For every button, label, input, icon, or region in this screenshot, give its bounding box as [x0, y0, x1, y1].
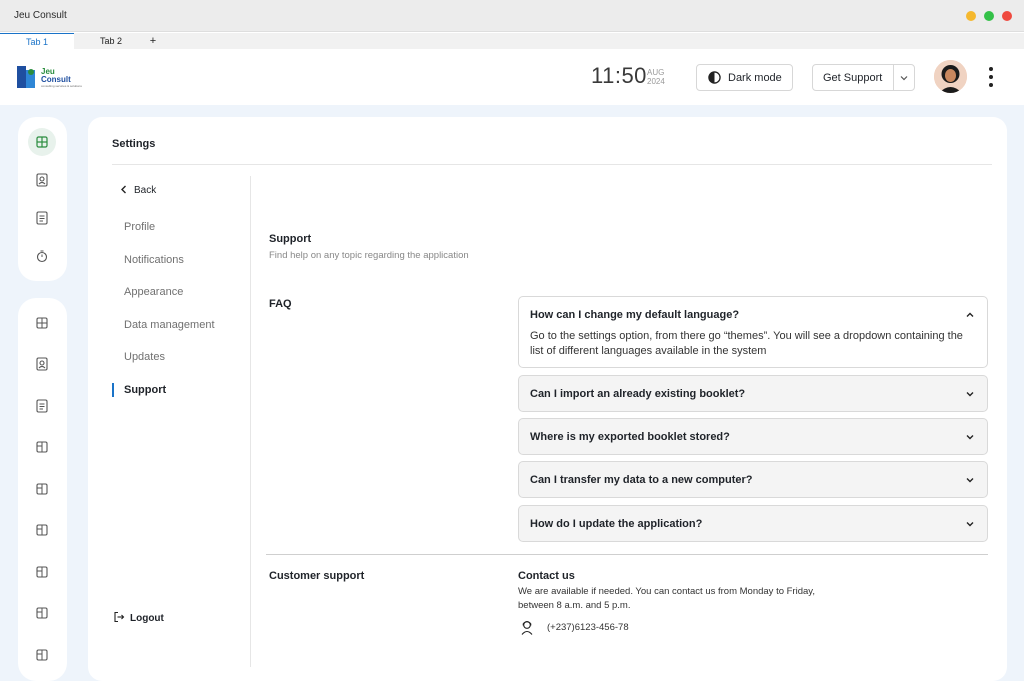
rail-book-icon[interactable]	[32, 603, 52, 623]
icon-rail-top	[18, 117, 67, 281]
faq-question: Where is my exported booklet stored?	[530, 431, 730, 443]
contact-title: Contact us	[518, 570, 575, 582]
section-divider	[266, 554, 988, 555]
nav-item-support[interactable]: Support	[124, 384, 166, 396]
contact-text: We are available if needed. You can cont…	[518, 586, 815, 611]
clock-month: AUG	[647, 68, 665, 77]
rail-book-icon[interactable]	[32, 479, 52, 499]
faq-item-update[interactable]: How do I update the application?	[518, 505, 988, 542]
faq-question: How can I change my default language?	[530, 309, 740, 321]
minimize-button[interactable]	[966, 11, 976, 21]
maximize-button[interactable]	[984, 11, 994, 21]
logout-button[interactable]: Logout	[113, 611, 164, 624]
nav-item-data-management[interactable]: Data management	[124, 319, 215, 331]
user-avatar[interactable]	[934, 60, 967, 93]
faq-item-transfer[interactable]: Can I transfer my data to a new computer…	[518, 461, 988, 498]
back-label: Back	[134, 185, 157, 196]
chevron-down-icon[interactable]	[899, 73, 909, 83]
header-divider	[112, 164, 992, 165]
nav-divider	[250, 176, 251, 667]
clock-date: AUG 2024	[647, 68, 665, 86]
icon-rail-bottom	[18, 298, 67, 681]
faq-answer: Go to the settings option, from there go…	[530, 330, 963, 357]
more-options-icon[interactable]	[984, 65, 998, 89]
rail-grid-icon[interactable]	[32, 313, 52, 333]
get-support-label: Get Support	[823, 72, 883, 84]
active-nav-indicator	[112, 383, 114, 397]
brand-tagline: consulting services & solutions	[41, 84, 82, 88]
chevron-down-icon[interactable]	[965, 389, 975, 399]
tab-bar: Tab 1 Tab 2 +	[0, 33, 1024, 49]
window-titlebar: Jeu Consult	[0, 0, 1024, 32]
rail-book-icon[interactable]	[32, 645, 52, 665]
chevron-up-icon[interactable]	[965, 310, 975, 320]
rail-document-icon[interactable]	[32, 208, 52, 228]
dark-mode-button[interactable]: Dark mode	[696, 64, 793, 91]
brand-line-2: Consult	[41, 75, 71, 84]
close-window-button[interactable]	[1002, 11, 1012, 21]
contrast-icon	[708, 71, 721, 84]
rail-book-icon[interactable]	[32, 520, 52, 540]
rail-book-icon[interactable]	[32, 437, 52, 457]
nav-item-updates[interactable]: Updates	[124, 351, 165, 363]
get-support-button[interactable]: Get Support	[812, 64, 915, 91]
clock-year: 2024	[647, 77, 665, 86]
tab-1[interactable]: Tab 1	[0, 33, 74, 49]
chevron-down-icon[interactable]	[965, 475, 975, 485]
split-divider	[893, 65, 894, 90]
support-phone-number[interactable]: (+237)6123-456-78	[547, 622, 629, 633]
customer-support-title: Customer support	[269, 570, 365, 582]
faq-item-export-location[interactable]: Where is my exported booklet stored?	[518, 418, 988, 455]
clock-time: 11:50	[591, 63, 647, 88]
chevron-left-icon	[121, 185, 126, 194]
support-subtitle: Find help on any topic regarding the app…	[269, 250, 469, 261]
back-button[interactable]: Back	[120, 185, 156, 196]
avatar-image	[934, 60, 967, 93]
rail-contacts-icon[interactable]	[32, 354, 52, 374]
logout-label: Logout	[130, 613, 164, 624]
faq-item-language[interactable]: How can I change my default language? Go…	[518, 296, 988, 368]
chevron-down-icon[interactable]	[965, 519, 975, 529]
nav-item-profile[interactable]: Profile	[124, 221, 155, 233]
faq-title: FAQ	[269, 298, 292, 310]
rail-document-icon[interactable]	[32, 396, 52, 416]
nav-item-notifications[interactable]: Notifications	[124, 254, 184, 266]
dark-mode-label: Dark mode	[728, 72, 782, 84]
faq-question: Can I import an already existing booklet…	[530, 388, 746, 400]
support-title: Support	[269, 233, 312, 245]
rail-dashboard-icon[interactable]	[28, 128, 56, 156]
new-tab-button[interactable]: +	[146, 33, 160, 49]
nav-item-appearance[interactable]: Appearance	[124, 286, 183, 298]
rail-contacts-icon[interactable]	[32, 170, 52, 190]
faq-question: How do I update the application?	[530, 518, 703, 530]
chevron-down-icon[interactable]	[965, 432, 975, 442]
faq-question: Can I transfer my data to a new computer…	[530, 474, 753, 486]
window-title: Jeu Consult	[14, 10, 67, 21]
tab-2[interactable]: Tab 2	[74, 33, 148, 49]
faq-item-import[interactable]: Can I import an already existing booklet…	[518, 375, 988, 412]
brand-logo[interactable]: Jeu Consult consulting services & soluti…	[17, 66, 82, 88]
logo-mark-icon	[17, 66, 35, 88]
page-title: Settings	[112, 138, 156, 150]
rail-timer-icon[interactable]	[32, 246, 52, 266]
app-header: Jeu Consult consulting services & soluti…	[0, 49, 1024, 105]
rail-book-icon[interactable]	[32, 562, 52, 582]
phone-support-icon	[521, 621, 533, 635]
logout-icon	[114, 611, 125, 623]
